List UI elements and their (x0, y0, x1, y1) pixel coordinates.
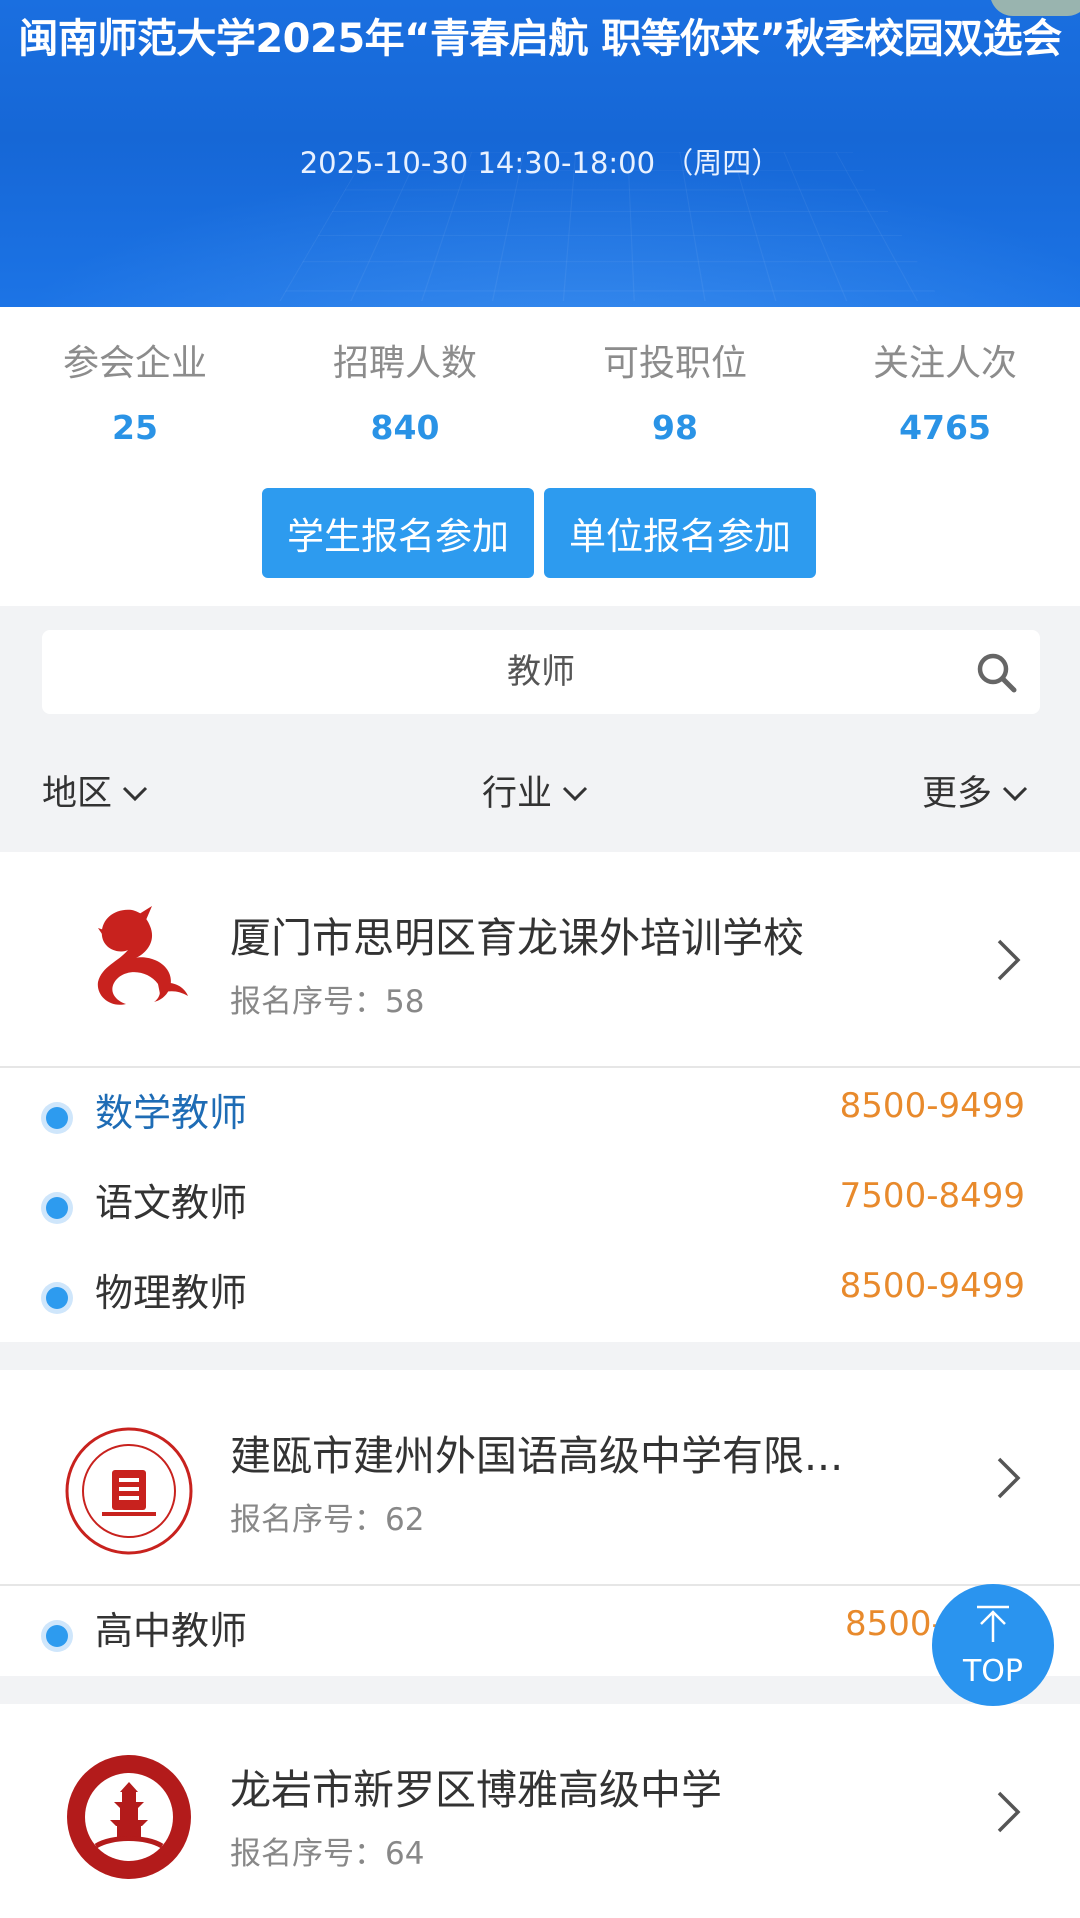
back-to-top-button[interactable]: TOP (932, 1584, 1054, 1706)
stat-value: 840 (370, 408, 440, 447)
job-salary: 8500-9499 (839, 1086, 1025, 1126)
stat-label: 关注人次 (872, 343, 1017, 384)
stat-followers: 关注人次 4765 (810, 336, 1080, 456)
stat-companies: 参会企业 25 (0, 336, 270, 456)
liberal-school-logo-icon (67, 1755, 191, 1879)
registration-value: 58 (385, 984, 425, 1020)
search-bar[interactable]: 教师 (42, 630, 1040, 714)
bullet-dot (46, 1625, 68, 1647)
stat-label: 招聘人数 (332, 343, 477, 384)
job-title: 物理教师 (95, 1271, 248, 1315)
registration-number: 报名序号：58 (230, 976, 424, 1021)
stat-label: 参会企业 (62, 343, 207, 384)
bullet-dot (46, 1107, 68, 1129)
registration-label: 报名序号： (230, 984, 385, 1020)
filter-industry[interactable]: 行业 (482, 766, 588, 822)
stat-value: 4765 (899, 408, 991, 447)
stat-hires: 招聘人数 840 (270, 336, 540, 456)
registration-number: 报名序号：62 (230, 1494, 424, 1539)
filter-more[interactable]: 更多 (922, 766, 1028, 822)
job-title: 语文教师 (95, 1181, 248, 1225)
registration-value: 64 (385, 1836, 425, 1872)
company-register-button[interactable]: 单位报名参加 (544, 488, 816, 578)
bullet-dot (46, 1287, 68, 1309)
section-separator (0, 1342, 1080, 1370)
dragon-logo-icon (97, 906, 188, 1005)
stat-value: 98 (652, 408, 698, 447)
registration-label: 报名序号： (230, 1502, 385, 1538)
job-title: 数学教师 (95, 1091, 248, 1135)
filter-label: 地区 (42, 774, 113, 814)
stats-row: 参会企业 25 招聘人数 840 可投职位 98 关注人次 4765 (0, 336, 1080, 456)
stat-label: 可投职位 (602, 343, 747, 384)
job-item[interactable]: 物理教师 8500-9499 (0, 1248, 1080, 1338)
company-name: 厦门市思明区育龙课外培训学校 (230, 914, 804, 962)
job-salary: 7500-8499 (839, 1176, 1025, 1216)
corner-decoration (990, 0, 1080, 16)
job-item[interactable]: 数学教师 8500-9499 (0, 1068, 1080, 1158)
filter-label: 更多 (922, 774, 993, 814)
company-name: 建瓯市建州外国语高级中学有限... (230, 1432, 844, 1480)
job-salary: 8500-9499 (839, 1266, 1025, 1306)
back-to-top-label: TOP (962, 1654, 1024, 1689)
company-name: 龙岩市新罗区博雅高级中学 (230, 1766, 722, 1814)
stat-positions: 可投职位 98 (540, 336, 810, 456)
search-icon[interactable] (974, 650, 1018, 694)
job-item[interactable]: 高中教师 8500- (0, 1586, 1080, 1676)
registration-number: 报名序号：64 (230, 1828, 424, 1873)
registration-label: 报名序号： (230, 1836, 385, 1872)
stat-value: 25 (112, 408, 158, 447)
search-input[interactable]: 教师 (42, 630, 1040, 714)
section-separator (0, 1676, 1080, 1704)
chevron-down-icon (1002, 786, 1028, 802)
header-banner: 闽南师范大学2025年“青春启航 职等你来”秋季校园双选会 2025-10-30… (0, 0, 1080, 307)
chevron-down-icon (122, 786, 148, 802)
company-card[interactable]: 龙岩市新罗区博雅高级中学 报名序号：64 (0, 1704, 1080, 1918)
chevron-right-icon[interactable] (996, 1790, 1022, 1834)
job-title: 高中教师 (95, 1609, 248, 1653)
event-datetime: 2025-10-30 14:30-18:00 （周四） (299, 146, 781, 180)
company-card[interactable]: 建瓯市建州外国语高级中学有限... 报名序号：62 (0, 1370, 1080, 1584)
job-item[interactable]: 语文教师 7500-8499 (0, 1158, 1080, 1248)
registration-value: 62 (385, 1502, 425, 1538)
filter-region[interactable]: 地区 (42, 766, 148, 822)
company-card[interactable]: 厦门市思明区育龙课外培训学校 报名序号：58 (0, 852, 1080, 1066)
chevron-down-icon (562, 786, 588, 802)
chevron-right-icon[interactable] (996, 938, 1022, 982)
student-register-button[interactable]: 学生报名参加 (262, 488, 534, 578)
page-title: 闽南师范大学2025年“青春启航 职等你来”秋季校园双选会 (18, 16, 1062, 62)
chevron-right-icon[interactable] (996, 1456, 1022, 1500)
school-seal-logo-icon (65, 1427, 193, 1555)
job-salary: 8500- (845, 1604, 944, 1644)
filter-label: 行业 (482, 774, 553, 814)
arrow-up-icon (977, 1605, 1009, 1642)
bullet-dot (46, 1197, 68, 1219)
